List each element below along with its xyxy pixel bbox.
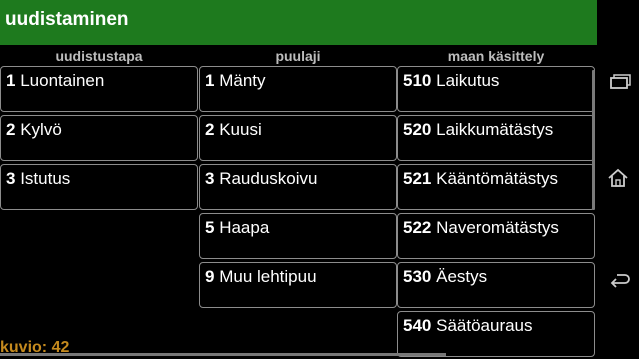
item-label: Mänty [219,71,266,90]
list-item-maan-530[interactable]: 530 Äestys [397,262,595,308]
item-label: Rauduskoivu [219,169,318,188]
item-code: 1 [6,71,16,90]
home-icon[interactable] [603,163,633,193]
list-item-puulaji-1[interactable]: 1 Mänty [199,66,397,112]
list-item-maan-510[interactable]: 510 Laikutus [397,66,595,112]
item-code: 2 [205,120,215,139]
item-code: 5 [205,218,215,237]
item-code: 2 [6,120,16,139]
title-bar: uudistaminen [0,0,597,45]
navigation-bar [597,0,639,359]
list-item-maan-521[interactable]: 521 Kääntömätästys [397,164,595,210]
item-code: 510 [403,71,432,90]
item-label: Kylvö [20,120,62,139]
column-header-puulaji: puulaji [275,48,321,64]
item-code: 3 [6,169,16,188]
page-title: uudistaminen [5,9,129,30]
item-label: Äestys [436,267,488,286]
item-label: Säätöauraus [436,316,533,335]
item-label: Istutus [20,169,71,188]
column-header-uudistustapa: uudistustapa [55,48,143,64]
back-icon[interactable] [603,264,633,294]
list-item-maan-522[interactable]: 522 Naveromätästys [397,213,595,259]
list-item-uudistustapa-3[interactable]: 3 Istutus [0,164,198,210]
list-item-puulaji-2[interactable]: 2 Kuusi [199,115,397,161]
item-label: Kääntömätästys [436,169,559,188]
item-code: 530 [403,267,432,286]
list-item-uudistustapa-2[interactable]: 2 Kylvö [0,115,198,161]
item-code: 1 [205,71,215,90]
list-item-puulaji-9[interactable]: 9 Muu lehtipuu [199,262,397,308]
item-label: Haapa [219,218,270,237]
item-label: Laikutus [436,71,500,90]
list-item-puulaji-5[interactable]: 5 Haapa [199,213,397,259]
horizontal-scrollbar[interactable] [0,353,446,356]
list-item-puulaji-3[interactable]: 3 Rauduskoivu [199,164,397,210]
item-code: 9 [205,267,215,286]
item-label: Laikkumätästys [436,120,554,139]
recent-apps-icon[interactable] [603,67,633,97]
list-item-maan-520[interactable]: 520 Laikkumätästys [397,115,595,161]
item-label: Naveromätästys [436,218,559,237]
item-code: 520 [403,120,432,139]
list-item-maan-540[interactable]: 540 Säätöauraus [397,311,595,357]
list-item-uudistustapa-1[interactable]: 1 Luontainen [0,66,198,112]
item-code: 540 [403,316,432,335]
item-code: 3 [205,169,215,188]
column-header-maan-kasittely: maan käsittely [447,48,545,64]
item-label: Kuusi [219,120,262,139]
item-label: Muu lehtipuu [219,267,317,286]
item-code: 522 [403,218,432,237]
item-code: 521 [403,169,432,188]
item-label: Luontainen [20,71,105,90]
vertical-scrollbar[interactable] [592,70,595,210]
